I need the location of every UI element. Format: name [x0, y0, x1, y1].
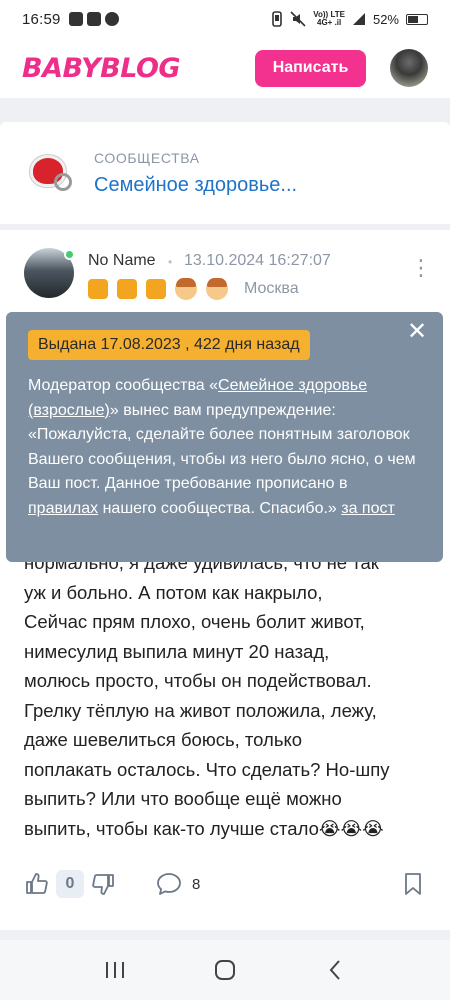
post-actions: 0 8 — [24, 866, 426, 902]
comments-count: 8 — [192, 875, 201, 893]
user-avatar[interactable] — [390, 49, 428, 87]
online-indicator — [64, 249, 75, 260]
signal-icon — [352, 13, 365, 25]
like-icon[interactable] — [24, 871, 50, 897]
comment-icon — [157, 873, 181, 895]
community-name-link[interactable]: Семейное здоровье... — [94, 174, 297, 197]
author-name[interactable]: No Name — [88, 252, 156, 270]
post-menu-icon[interactable]: ⋮ — [410, 257, 432, 279]
post-body-line: даже шевелиться боюсь, только — [24, 729, 303, 750]
post-body-line: молюсь просто, чтобы он подействовал. — [24, 670, 372, 691]
babyblog-logo[interactable]: BABYBLOG — [22, 53, 181, 84]
post-body-line: поплакать осталось. Что сделать? Но-шпу — [24, 758, 390, 780]
recent-apps-icon[interactable] — [95, 950, 135, 990]
vibrate-icon — [272, 11, 283, 27]
community-info: СООБЩЕСТВА Семейное здоровье... — [94, 150, 297, 197]
status-right: Vo)) LTE 4G+ .il 52% — [271, 11, 428, 27]
badge-icon — [146, 279, 166, 299]
write-button[interactable]: Написать — [255, 49, 366, 87]
status-time: 16:59 — [22, 10, 61, 28]
post-datetime: 13.10.2024 16:27:07 — [184, 252, 331, 269]
badge-icon — [117, 279, 137, 299]
stethoscope-shape — [54, 173, 72, 191]
dislike-icon[interactable] — [90, 871, 116, 897]
moderator-warning-popup: Выдана 17.08.2023 , 422 дня назад ✕ Моде… — [6, 312, 443, 562]
badge-icon — [88, 279, 108, 299]
community-section-label: СООБЩЕСТВА — [94, 149, 200, 166]
bookmark-icon[interactable] — [400, 871, 426, 897]
boy-face-icon — [175, 278, 197, 300]
warning-text-1: Модератор сообщества « — [28, 377, 219, 394]
battery-percent: 52% — [372, 11, 399, 27]
meta-separator: • — [168, 255, 173, 269]
network-4g: 4G+ .il — [317, 18, 342, 27]
rating-count: 0 — [56, 870, 84, 898]
author-city: Москва — [244, 280, 299, 297]
author-badges — [88, 278, 228, 300]
warning-text-3: нашего сообщества. Спасибо.» — [98, 499, 342, 517]
battery-icon — [406, 13, 428, 25]
post-body-line: Грелку тёплую на живот положила, лежу, — [24, 699, 377, 721]
comments-button[interactable]: 8 — [156, 872, 200, 896]
community-heart-icon — [24, 147, 76, 199]
post-link[interactable]: за пост — [341, 500, 395, 517]
girl-face-icon — [206, 278, 228, 300]
app-header: BABYBLOG Написать — [0, 38, 450, 98]
post-body-line: Сейчас прям плохо, очень болит живот, — [24, 611, 365, 632]
notification-icons — [68, 12, 119, 26]
post-body-line: выпить, чтобы как-то лучше стало😭😭😭 — [24, 817, 384, 839]
warning-issued-badge: Выдана 17.08.2023 , 422 дня назад — [28, 330, 310, 360]
back-icon[interactable] — [315, 950, 355, 990]
post-body: нормально, я даже удивилась, что не так … — [24, 548, 424, 843]
post-header: No Name • 13.10.2024 16:27:07 Москва ⋮ — [24, 248, 450, 304]
close-icon[interactable]: ✕ — [405, 320, 429, 344]
home-icon[interactable] — [205, 950, 245, 990]
community-card: СООБЩЕСТВА Семейное здоровье... — [0, 122, 450, 224]
post-body-line: нимесулид выпила минут 20 назад, — [24, 640, 330, 662]
status-bar: 16:59 Vo)) LTE 4G+ .il 52% — [0, 0, 450, 38]
mute-icon — [290, 11, 306, 27]
image-icon — [68, 12, 83, 26]
post-body-line: уж и больно. А потом как накрыло, — [24, 581, 323, 603]
apps-icon — [104, 12, 119, 26]
gallery-icon — [86, 12, 101, 26]
warning-message: Модератор сообщества «Семейное здоровье … — [28, 374, 421, 521]
rules-link[interactable]: правилах — [28, 500, 98, 517]
network-indicator: Vo)) LTE 4G+ .il — [313, 11, 345, 27]
system-navbar — [0, 940, 450, 1000]
post-body-line: выпить? Или что вообще ещё можно — [24, 788, 342, 809]
